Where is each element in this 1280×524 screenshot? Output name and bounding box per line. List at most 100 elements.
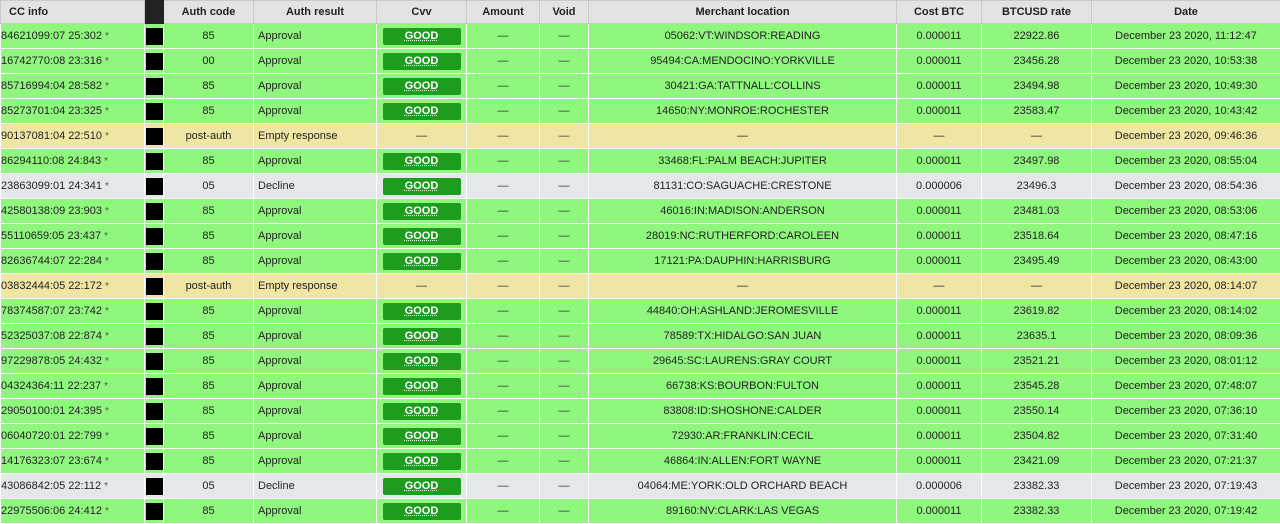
cvv-good-badge: GOOD [383,53,461,70]
auth-result-cell: Decline [254,174,377,199]
auth-code-cell: 85 [164,499,254,524]
cc-info-text: 16742770:08 23:316 [1,55,102,67]
cvv-cell: GOOD [377,499,467,524]
table-row-11[interactable]: 78374587:07 23:742* 85 Approval GOOD — —… [1,299,1280,324]
table-row-5[interactable]: 86294110:08 24:843* 85 Approval GOOD — —… [1,149,1280,174]
cvv-cell: GOOD [377,449,467,474]
header-merchant-location[interactable]: Merchant location [589,1,897,24]
amount-cell: — [467,474,540,499]
amount-cell: — [467,24,540,49]
table-row-9[interactable]: 82636744:07 22:284* 85 Approval GOOD — —… [1,249,1280,274]
merchant-location-cell: 14650:NY:MONROE:ROCHESTER [589,99,897,124]
cc-marker: * [105,456,109,467]
auth-code-cell: 85 [164,374,254,399]
black-block-cell [145,249,164,274]
black-block-cell [145,99,164,124]
cc-info-text: 23863099:01 24:341 [1,180,102,192]
btcusd-rate-cell: 23619.82 [982,299,1092,324]
table-row-15[interactable]: 29050100:01 24:395* 85 Approval GOOD — —… [1,399,1280,424]
table-row-16[interactable]: 06040720:01 22:799* 85 Approval GOOD — —… [1,424,1280,449]
merchant-location-cell: — [589,274,897,299]
black-block [146,78,163,95]
cc-info-cell: 42580138:09 23:903* [1,199,145,224]
cvv-cell: GOOD [377,49,467,74]
header-auth-code[interactable]: Auth code [164,1,254,24]
black-block [146,128,163,145]
date-cell: December 23 2020, 08:01:12 [1092,349,1280,374]
cc-info-cell: 06040720:01 22:799* [1,424,145,449]
header-cc-info[interactable]: CC info [1,1,145,24]
date-cell: December 23 2020, 07:36:10 [1092,399,1280,424]
header-void[interactable]: Void [540,1,589,24]
cvv-good-badge: GOOD [383,228,461,245]
cvv-good-badge: GOOD [383,503,461,520]
date-cell: December 23 2020, 07:19:43 [1092,474,1280,499]
cvv-cell: GOOD [377,474,467,499]
void-cell: — [540,449,589,474]
cc-info-text: 82636744:07 22:284 [1,255,102,267]
table-row-14[interactable]: 04324364:11 22:237* 85 Approval GOOD — —… [1,374,1280,399]
table-row-0[interactable]: 84621099:07 25:302* 85 Approval GOOD — —… [1,24,1280,49]
amount-cell: — [467,149,540,174]
cc-info-text: 14176323:07 23:674 [1,455,102,467]
cvv-cell: GOOD [377,374,467,399]
black-block-cell [145,174,164,199]
black-block [146,328,163,345]
table-row-13[interactable]: 97229878:05 24:432* 85 Approval GOOD — —… [1,349,1280,374]
cost-btc-cell: 0.000011 [897,324,982,349]
cost-btc-cell: 0.000011 [897,424,982,449]
void-cell: — [540,224,589,249]
table-row-18[interactable]: 43086842:05 22:112* 05 Decline GOOD — — … [1,474,1280,499]
cvv-good-badge: GOOD [383,378,461,395]
header-cvv[interactable]: Cvv [377,1,467,24]
transactions-table: CC info Auth code Auth result Cvv Amount… [0,0,1280,524]
void-cell: — [540,349,589,374]
black-block-cell [145,424,164,449]
table-row-10[interactable]: 03832444:05 22:172* post-auth Empty resp… [1,274,1280,299]
date-cell: December 23 2020, 07:48:07 [1092,374,1280,399]
cvv-good-badge: GOOD [383,453,461,470]
table-row-3[interactable]: 85273701:04 23:325* 85 Approval GOOD — —… [1,99,1280,124]
cost-btc-cell: 0.000011 [897,99,982,124]
header-cost-btc[interactable]: Cost BTC [897,1,982,24]
btcusd-rate-cell: 23545.28 [982,374,1092,399]
table-row-7[interactable]: 42580138:09 23:903* 85 Approval GOOD — —… [1,199,1280,224]
header-auth-result[interactable]: Auth result [254,1,377,24]
auth-code-cell: 85 [164,299,254,324]
amount-cell: — [467,124,540,149]
btcusd-rate-cell: 23497.98 [982,149,1092,174]
auth-code-cell: post-auth [164,124,254,149]
black-block-cell [145,499,164,524]
cvv-cell: GOOD [377,424,467,449]
header-black-block [145,1,164,24]
cvv-good-badge: GOOD [383,353,461,370]
date-cell: December 23 2020, 08:47:16 [1092,224,1280,249]
table-row-2[interactable]: 85716994:04 28:582* 85 Approval GOOD — —… [1,74,1280,99]
auth-result-cell: Approval [254,49,377,74]
table-row-19[interactable]: 22975506:06 24:412* 85 Approval GOOD — —… [1,499,1280,524]
table-row-4[interactable]: 90137081:04 22:510* post-auth Empty resp… [1,124,1280,149]
table-row-6[interactable]: 23863099:01 24:341* 05 Decline GOOD — — … [1,174,1280,199]
black-block-cell [145,349,164,374]
auth-code-cell: 85 [164,249,254,274]
merchant-location-cell: 04064:ME:YORK:OLD ORCHARD BEACH [589,474,897,499]
merchant-location-cell: 46864:IN:ALLEN:FORT WAYNE [589,449,897,474]
cc-info-cell: 04324364:11 22:237* [1,374,145,399]
header-date[interactable]: Date [1092,1,1280,24]
table-row-1[interactable]: 16742770:08 23:316* 00 Approval GOOD — —… [1,49,1280,74]
amount-cell: — [467,349,540,374]
merchant-location-cell: 44840:OH:ASHLAND:JEROMESVILLE [589,299,897,324]
header-btcusd-rate[interactable]: BTCUSD rate [982,1,1092,24]
table-row-17[interactable]: 14176323:07 23:674* 85 Approval GOOD — —… [1,449,1280,474]
table-row-8[interactable]: 55110659:05 23:437* 85 Approval GOOD — —… [1,224,1280,249]
amount-cell: — [467,299,540,324]
merchant-location-cell: 89160:NV:CLARK:LAS VEGAS [589,499,897,524]
auth-result-cell: Approval [254,374,377,399]
cvv-good-badge: GOOD [383,178,461,195]
table-row-12[interactable]: 52325037:08 22:874* 85 Approval GOOD — —… [1,324,1280,349]
cc-marker: * [105,256,109,267]
cc-marker: * [105,356,109,367]
cvv-cell: GOOD [377,324,467,349]
cc-info-cell: 16742770:08 23:316* [1,49,145,74]
header-amount[interactable]: Amount [467,1,540,24]
